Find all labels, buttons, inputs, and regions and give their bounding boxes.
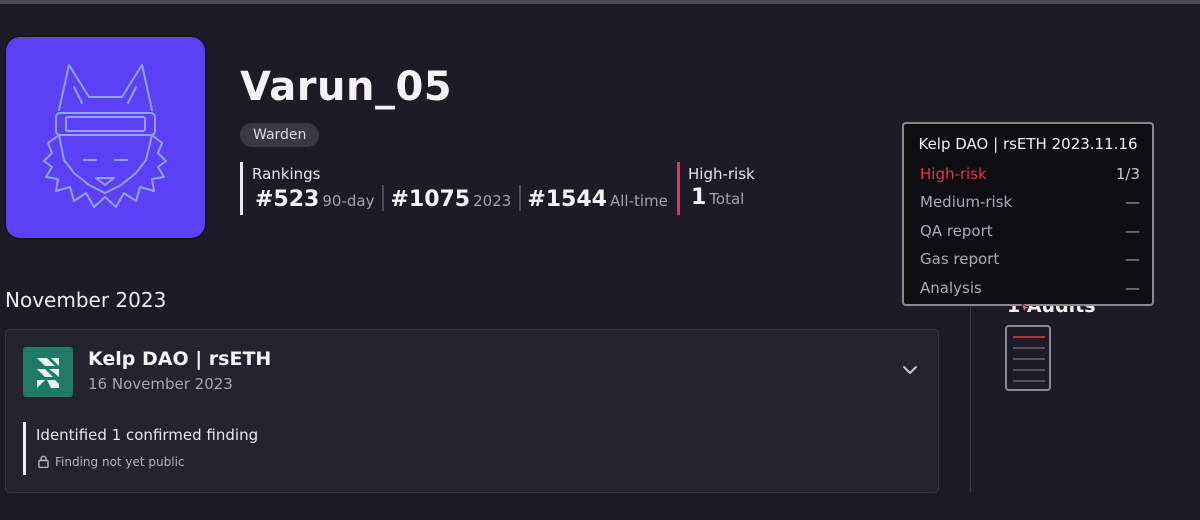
rank-90-day: #523 90-day: [255, 187, 374, 212]
rankings-row: #523 90-day #1075 2023 #1544 All-time: [255, 185, 668, 212]
high-risk-label: Total: [709, 190, 745, 208]
doc-line: [1013, 347, 1045, 349]
tooltip-row-medium-risk: Medium-risk —: [920, 193, 1140, 211]
rank-value: #1075: [390, 187, 471, 212]
tooltip-row-label: Gas report: [920, 250, 1000, 268]
high-risk-block: High-risk 1 Total: [677, 162, 788, 215]
doc-line-high-risk: [1013, 336, 1045, 338]
doc-line: [1013, 358, 1045, 360]
chevron-down-icon[interactable]: [901, 363, 919, 377]
rank-separator: [519, 185, 522, 211]
kelp-logo-icon: [37, 358, 59, 388]
audit-tooltip: Kelp DAO | rsETH 2023.11.16 High-risk 1/…: [902, 122, 1154, 306]
rank-all-time: #1544 All-time: [527, 187, 668, 212]
month-heading: November 2023: [5, 288, 167, 312]
tooltip-row-analysis: Analysis —: [920, 279, 1140, 297]
tooltip-row-value: —: [1125, 222, 1140, 240]
profile-avatar: [4, 35, 207, 240]
mouse-cursor-icon: [1021, 303, 1030, 313]
tooltip-row-high-risk: High-risk 1/3: [920, 165, 1140, 183]
rankings-title: Rankings: [252, 165, 321, 183]
doc-line: [1013, 369, 1045, 371]
tooltip-row-value: —: [1125, 193, 1140, 211]
tooltip-row-label: High-risk: [920, 165, 987, 183]
rank-separator: [382, 185, 385, 211]
high-risk-row: 1 Total: [691, 185, 744, 210]
tooltip-row-qa-report: QA report —: [920, 222, 1140, 240]
tooltip-title: Kelp DAO | rsETH 2023.11.16: [918, 135, 1138, 153]
audit-document-icon[interactable]: [1005, 325, 1051, 391]
finding-summary: Identified 1 confirmed finding Finding n…: [23, 422, 258, 475]
high-risk-count: 1: [691, 185, 707, 210]
tooltip-row-gas-report: Gas report —: [920, 250, 1140, 268]
rank-value: #523: [255, 187, 320, 212]
browser-top-border: [0, 0, 1200, 4]
tooltip-row-value: —: [1125, 279, 1140, 297]
audit-card[interactable]: Kelp DAO | rsETH 16 November 2023 Identi…: [5, 329, 939, 493]
tooltip-row-label: Medium-risk: [920, 193, 1013, 211]
finding-note: Finding not yet public: [38, 455, 185, 469]
role-badge: Warden: [240, 123, 320, 147]
tooltip-row-label: Analysis: [920, 279, 982, 297]
contest-date: 16 November 2023: [88, 375, 233, 393]
high-risk-title: High-risk: [688, 165, 755, 183]
lock-icon: [38, 455, 49, 469]
rank-label: 90-day: [322, 192, 375, 210]
rankings-block: Rankings #523 90-day #1075 2023 #1544 All-t…: [240, 162, 668, 215]
finding-text: Identified 1 confirmed finding: [36, 426, 259, 444]
tooltip-row-value: 1/3: [1115, 165, 1140, 183]
doc-line: [1013, 380, 1045, 382]
rank-2023: #1075 2023: [390, 187, 511, 212]
warden-avatar-icon: [43, 64, 167, 208]
rank-value: #1544: [527, 187, 607, 212]
tooltip-row-value: —: [1125, 250, 1140, 268]
contest-logo: [23, 347, 73, 397]
tooltip-row-label: QA report: [920, 222, 993, 240]
finding-note-text: Finding not yet public: [55, 455, 185, 469]
profile-username: Varun_05: [240, 64, 453, 110]
rank-label: 2023: [473, 192, 512, 210]
rank-label: All-time: [609, 192, 668, 210]
side-divider: [970, 304, 971, 492]
contest-name[interactable]: Kelp DAO | rsETH: [88, 348, 271, 370]
